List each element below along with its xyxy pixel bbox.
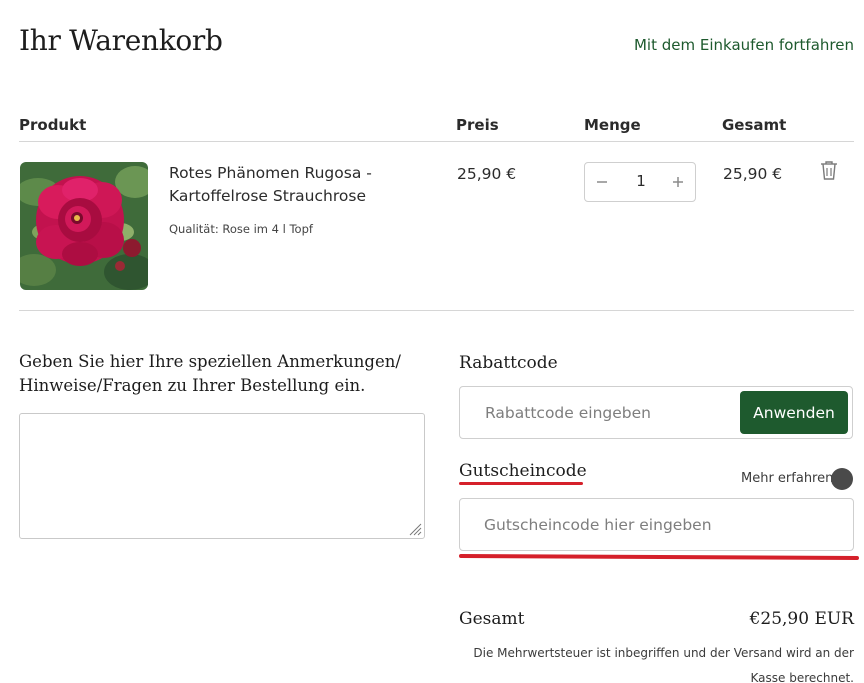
minus-icon[interactable] — [591, 171, 613, 193]
trash-icon[interactable] — [819, 160, 839, 182]
discount-code-group: Anwenden — [459, 386, 853, 439]
voucher-code-group — [459, 498, 854, 551]
plus-icon[interactable] — [667, 171, 689, 193]
product-image[interactable] — [20, 162, 148, 290]
info-dot-icon[interactable] — [831, 468, 853, 490]
annotation-underline-long — [458, 553, 860, 561]
order-notes-label: Geben Sie hier Ihre speziellen Anmerkung… — [19, 352, 401, 395]
discount-code-input[interactable] — [461, 388, 736, 437]
header-quantity: Menge — [584, 116, 641, 134]
total-label: Gesamt — [459, 609, 525, 629]
unit-price: 25,90 € — [457, 165, 517, 183]
total-value: €25,90 EUR — [749, 609, 854, 629]
quantity-value[interactable]: 1 — [619, 172, 663, 190]
product-name[interactable]: Rotes Phänomen Rugosa - Kartoffelrose St… — [169, 162, 409, 208]
quantity-stepper: 1 — [584, 162, 696, 202]
annotation-underline — [459, 482, 583, 485]
cart-table-header: Produkt Preis Menge Gesamt — [19, 114, 854, 142]
order-notes-textarea[interactable] — [19, 413, 425, 539]
cart-item-row: Rotes Phänomen Rugosa - Kartoffelrose St… — [19, 160, 854, 311]
tax-shipping-note: Die Mehrwertsteuer ist inbegriffen und d… — [473, 646, 854, 683]
header-price: Preis — [456, 116, 499, 134]
continue-shopping-link[interactable]: Mit dem Einkaufen fortfahren — [634, 36, 854, 54]
header-product: Produkt — [19, 116, 87, 134]
resize-grip-icon[interactable] — [407, 521, 422, 536]
page-title: Ihr Warenkorb — [19, 24, 223, 57]
discount-code-label: Rabattcode — [459, 353, 558, 373]
apply-discount-button[interactable]: Anwenden — [740, 391, 848, 434]
voucher-code-input[interactable] — [461, 500, 851, 549]
header-total: Gesamt — [722, 116, 787, 134]
learn-more-link[interactable]: Mehr erfahren — [741, 471, 833, 486]
product-variant: Qualität: Rose im 4 l Topf — [169, 222, 313, 236]
line-total: 25,90 € — [723, 165, 783, 183]
voucher-code-label: Gutscheincode — [459, 461, 587, 481]
